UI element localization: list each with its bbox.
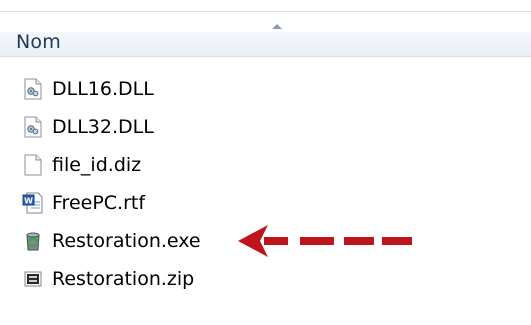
red-dashed-arrow-icon [238,223,418,267]
file-name: DLL16.DLL [52,78,154,100]
word-document-icon: W [22,191,44,215]
sort-ascending-icon [272,24,282,29]
file-explorer-view: Nom DLL16.DLL DLL32.DLL file_id.diz W Fr… [0,0,531,325]
dll-file-icon [22,77,44,101]
file-item-dll32[interactable]: DLL32.DLL [22,112,322,142]
blank-file-icon [22,153,44,177]
file-name: Restoration.zip [52,268,195,290]
file-name: file_id.diz [52,154,142,176]
svg-text:W: W [24,197,33,206]
file-item-freepc-rtf[interactable]: W FreePC.rtf [22,188,322,218]
file-name: Restoration.exe [52,230,201,252]
dll-file-icon [22,115,44,139]
file-item-dll16[interactable]: DLL16.DLL [22,74,322,104]
zip-archive-icon [22,267,44,291]
column-header-name[interactable]: Nom [0,11,531,57]
executable-icon [22,229,44,253]
file-name: DLL32.DLL [52,116,154,138]
file-item-file-id-diz[interactable]: file_id.diz [22,150,322,180]
file-item-restoration-zip[interactable]: Restoration.zip [22,264,322,294]
column-header-label: Nom [16,31,61,53]
top-strip [0,0,531,8]
file-name: FreePC.rtf [52,192,146,214]
